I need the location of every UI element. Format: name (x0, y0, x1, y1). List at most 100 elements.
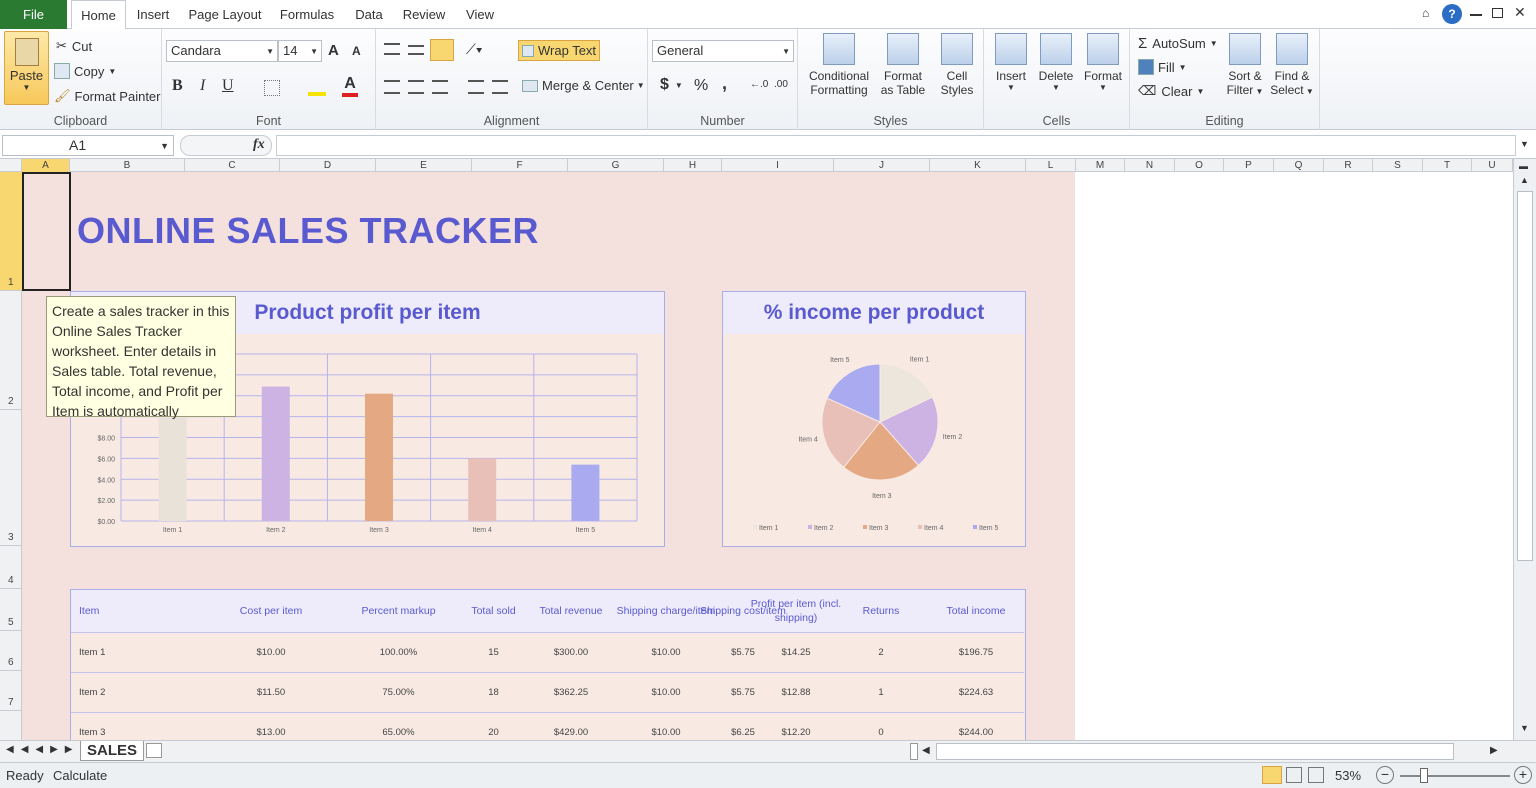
zoom-slider-thumb[interactable] (1420, 768, 1428, 783)
shrink-font-button[interactable]: A (352, 44, 361, 58)
hscroll-thumb[interactable] (936, 743, 1454, 760)
format-as-table-button[interactable]: Format as Table (874, 33, 932, 97)
table-cell[interactable]: Item 1 (71, 633, 191, 673)
row-header-3[interactable]: 3 (0, 410, 22, 546)
bar-5[interactable] (571, 464, 600, 521)
font-color-icon[interactable]: A (342, 75, 358, 97)
insert-cells-button[interactable]: Insert ▼ (990, 33, 1032, 92)
column-header-f[interactable]: F (472, 159, 568, 172)
row-header-4[interactable]: 4 (0, 546, 22, 589)
sort-filter-button[interactable]: Sort & Filter ▼ (1222, 33, 1268, 97)
table-cell[interactable]: 0 (831, 713, 931, 740)
clear-button[interactable]: ⌫ Clear ▼ (1138, 83, 1204, 99)
autosum-button[interactable]: Σ AutoSum ▼ (1138, 35, 1218, 52)
tab-file[interactable]: File (0, 0, 67, 29)
table-cell[interactable]: 1 (831, 673, 931, 713)
orientation-icon[interactable]: ⟋▾ (466, 41, 483, 58)
table-cell[interactable]: $10.00 (191, 633, 351, 673)
row-header-1[interactable]: 1 (0, 172, 22, 291)
decrease-indent-icon[interactable] (468, 80, 484, 94)
insert-function-icon[interactable]: fx (253, 137, 265, 153)
increase-indent-icon[interactable] (492, 80, 508, 94)
row-header-5[interactable]: 5 (0, 589, 22, 631)
sheet-nav-icons[interactable]: ◀◀◀▶▶ (6, 744, 79, 755)
delete-cells-button[interactable]: Delete ▼ (1034, 33, 1078, 92)
conditional-formatting-button[interactable]: Conditional Formatting (804, 33, 874, 97)
bar-2[interactable] (261, 386, 290, 521)
row-header-7[interactable]: 7 (0, 671, 22, 711)
worksheet-grid[interactable]: ONLINE SALES TRACKER Product profit per … (22, 172, 1513, 740)
fill-color-icon[interactable] (308, 78, 326, 96)
column-header-b[interactable]: B (70, 159, 185, 172)
wrap-text-button[interactable]: Wrap Text (518, 40, 601, 61)
align-right-icon[interactable] (432, 80, 448, 94)
zoom-in-icon[interactable]: + (1514, 766, 1532, 784)
align-top-icon[interactable] (384, 43, 400, 55)
column-header-k[interactable]: K (930, 159, 1026, 172)
zoom-out-icon[interactable]: − (1376, 766, 1394, 784)
active-cell-a1[interactable] (22, 172, 71, 291)
table-cell[interactable]: $300.00 (521, 633, 621, 673)
formula-input[interactable] (276, 135, 1516, 156)
zoom-slider-track[interactable] (1400, 775, 1510, 777)
table-cell[interactable]: $429.00 (521, 713, 621, 740)
table-cell[interactable]: $244.00 (926, 713, 1026, 740)
window-close-icon[interactable]: ✕ (1514, 4, 1526, 21)
increase-decimal-icon[interactable]: ←.0 (750, 79, 768, 90)
page-layout-view-icon[interactable] (1286, 767, 1302, 783)
italic-button[interactable]: I (200, 77, 205, 95)
cell-styles-button[interactable]: Cell Styles (934, 33, 980, 97)
table-cell[interactable]: 65.00% (351, 713, 446, 740)
tab-view[interactable]: View (460, 0, 500, 29)
table-cell[interactable]: $13.00 (191, 713, 351, 740)
tab-review[interactable]: Review (397, 0, 451, 29)
borders-icon[interactable] (264, 80, 280, 96)
window-minimize-icon[interactable] (1470, 14, 1482, 16)
copy-button[interactable]: Copy ▼ (54, 63, 116, 79)
scroll-down-icon[interactable]: ▼ (1520, 723, 1529, 733)
sales-table[interactable]: Item Cost per item Percent markup Total sol… (70, 589, 1026, 740)
insert-sheet-icon[interactable] (146, 743, 162, 758)
column-header-a[interactable]: A (22, 159, 70, 172)
format-cells-button[interactable]: Format ▼ (1080, 33, 1126, 92)
window-restore-icon[interactable] (1492, 8, 1503, 18)
column-header-e[interactable]: E (376, 159, 472, 172)
column-header-o[interactable]: O (1175, 159, 1224, 172)
table-cell[interactable]: $11.50 (191, 673, 351, 713)
table-cell[interactable]: $362.25 (521, 673, 621, 713)
row-header-2[interactable]: 2 (0, 291, 22, 410)
bar-4[interactable] (468, 458, 497, 521)
vertical-scrollbar[interactable]: ▬ ▲ ▼ (1513, 159, 1536, 740)
tab-home[interactable]: Home (71, 0, 126, 30)
bar-3[interactable] (365, 393, 393, 521)
column-header-p[interactable]: P (1224, 159, 1274, 172)
format-painter-button[interactable]: 🖌 Format Painter (54, 88, 161, 104)
font-size-combo[interactable]: 14 ▼ (278, 40, 322, 62)
normal-view-icon[interactable] (1262, 766, 1282, 784)
column-header-q[interactable]: Q (1274, 159, 1324, 172)
tab-data[interactable]: Data (348, 0, 390, 29)
paste-button[interactable]: Paste ▼ (4, 31, 49, 105)
zoom-level[interactable]: 53% (1335, 768, 1361, 783)
align-left-icon[interactable] (384, 80, 400, 94)
table-cell[interactable]: $224.63 (926, 673, 1026, 713)
table-row[interactable]: Item 3 $13.00 65.00% 20 $429.00 $10.00 $6.25 $1… (71, 712, 1024, 740)
expand-formula-icon[interactable]: ▼ (1520, 139, 1529, 149)
vscroll-thumb[interactable] (1517, 191, 1533, 561)
name-box[interactable]: A1 ▼ (2, 135, 174, 156)
select-all-corner[interactable] (0, 159, 22, 172)
table-row[interactable]: Item 1 $10.00 100.00% 15 $300.00 $10.00 $5.75 $… (71, 632, 1024, 672)
table-cell[interactable]: Item 3 (71, 713, 191, 740)
find-select-button[interactable]: Find & Select ▼ (1268, 33, 1316, 97)
align-bottom-icon[interactable] (430, 39, 454, 61)
column-header-m[interactable]: M (1076, 159, 1125, 172)
sheet-tab-sales[interactable]: SALES (80, 741, 145, 761)
table-cell[interactable]: $196.75 (926, 633, 1026, 673)
bold-button[interactable]: B (172, 77, 183, 95)
column-header-l[interactable]: L (1026, 159, 1076, 172)
income-pie-chart[interactable]: % income per product Item 1 Item 2 Item 3I… (722, 291, 1026, 547)
column-header-s[interactable]: S (1373, 159, 1423, 172)
status-calculate[interactable]: Calculate (53, 768, 107, 783)
merge-center-button[interactable]: Merge & Center ▼ (522, 78, 645, 93)
underline-button[interactable]: U (222, 77, 234, 95)
